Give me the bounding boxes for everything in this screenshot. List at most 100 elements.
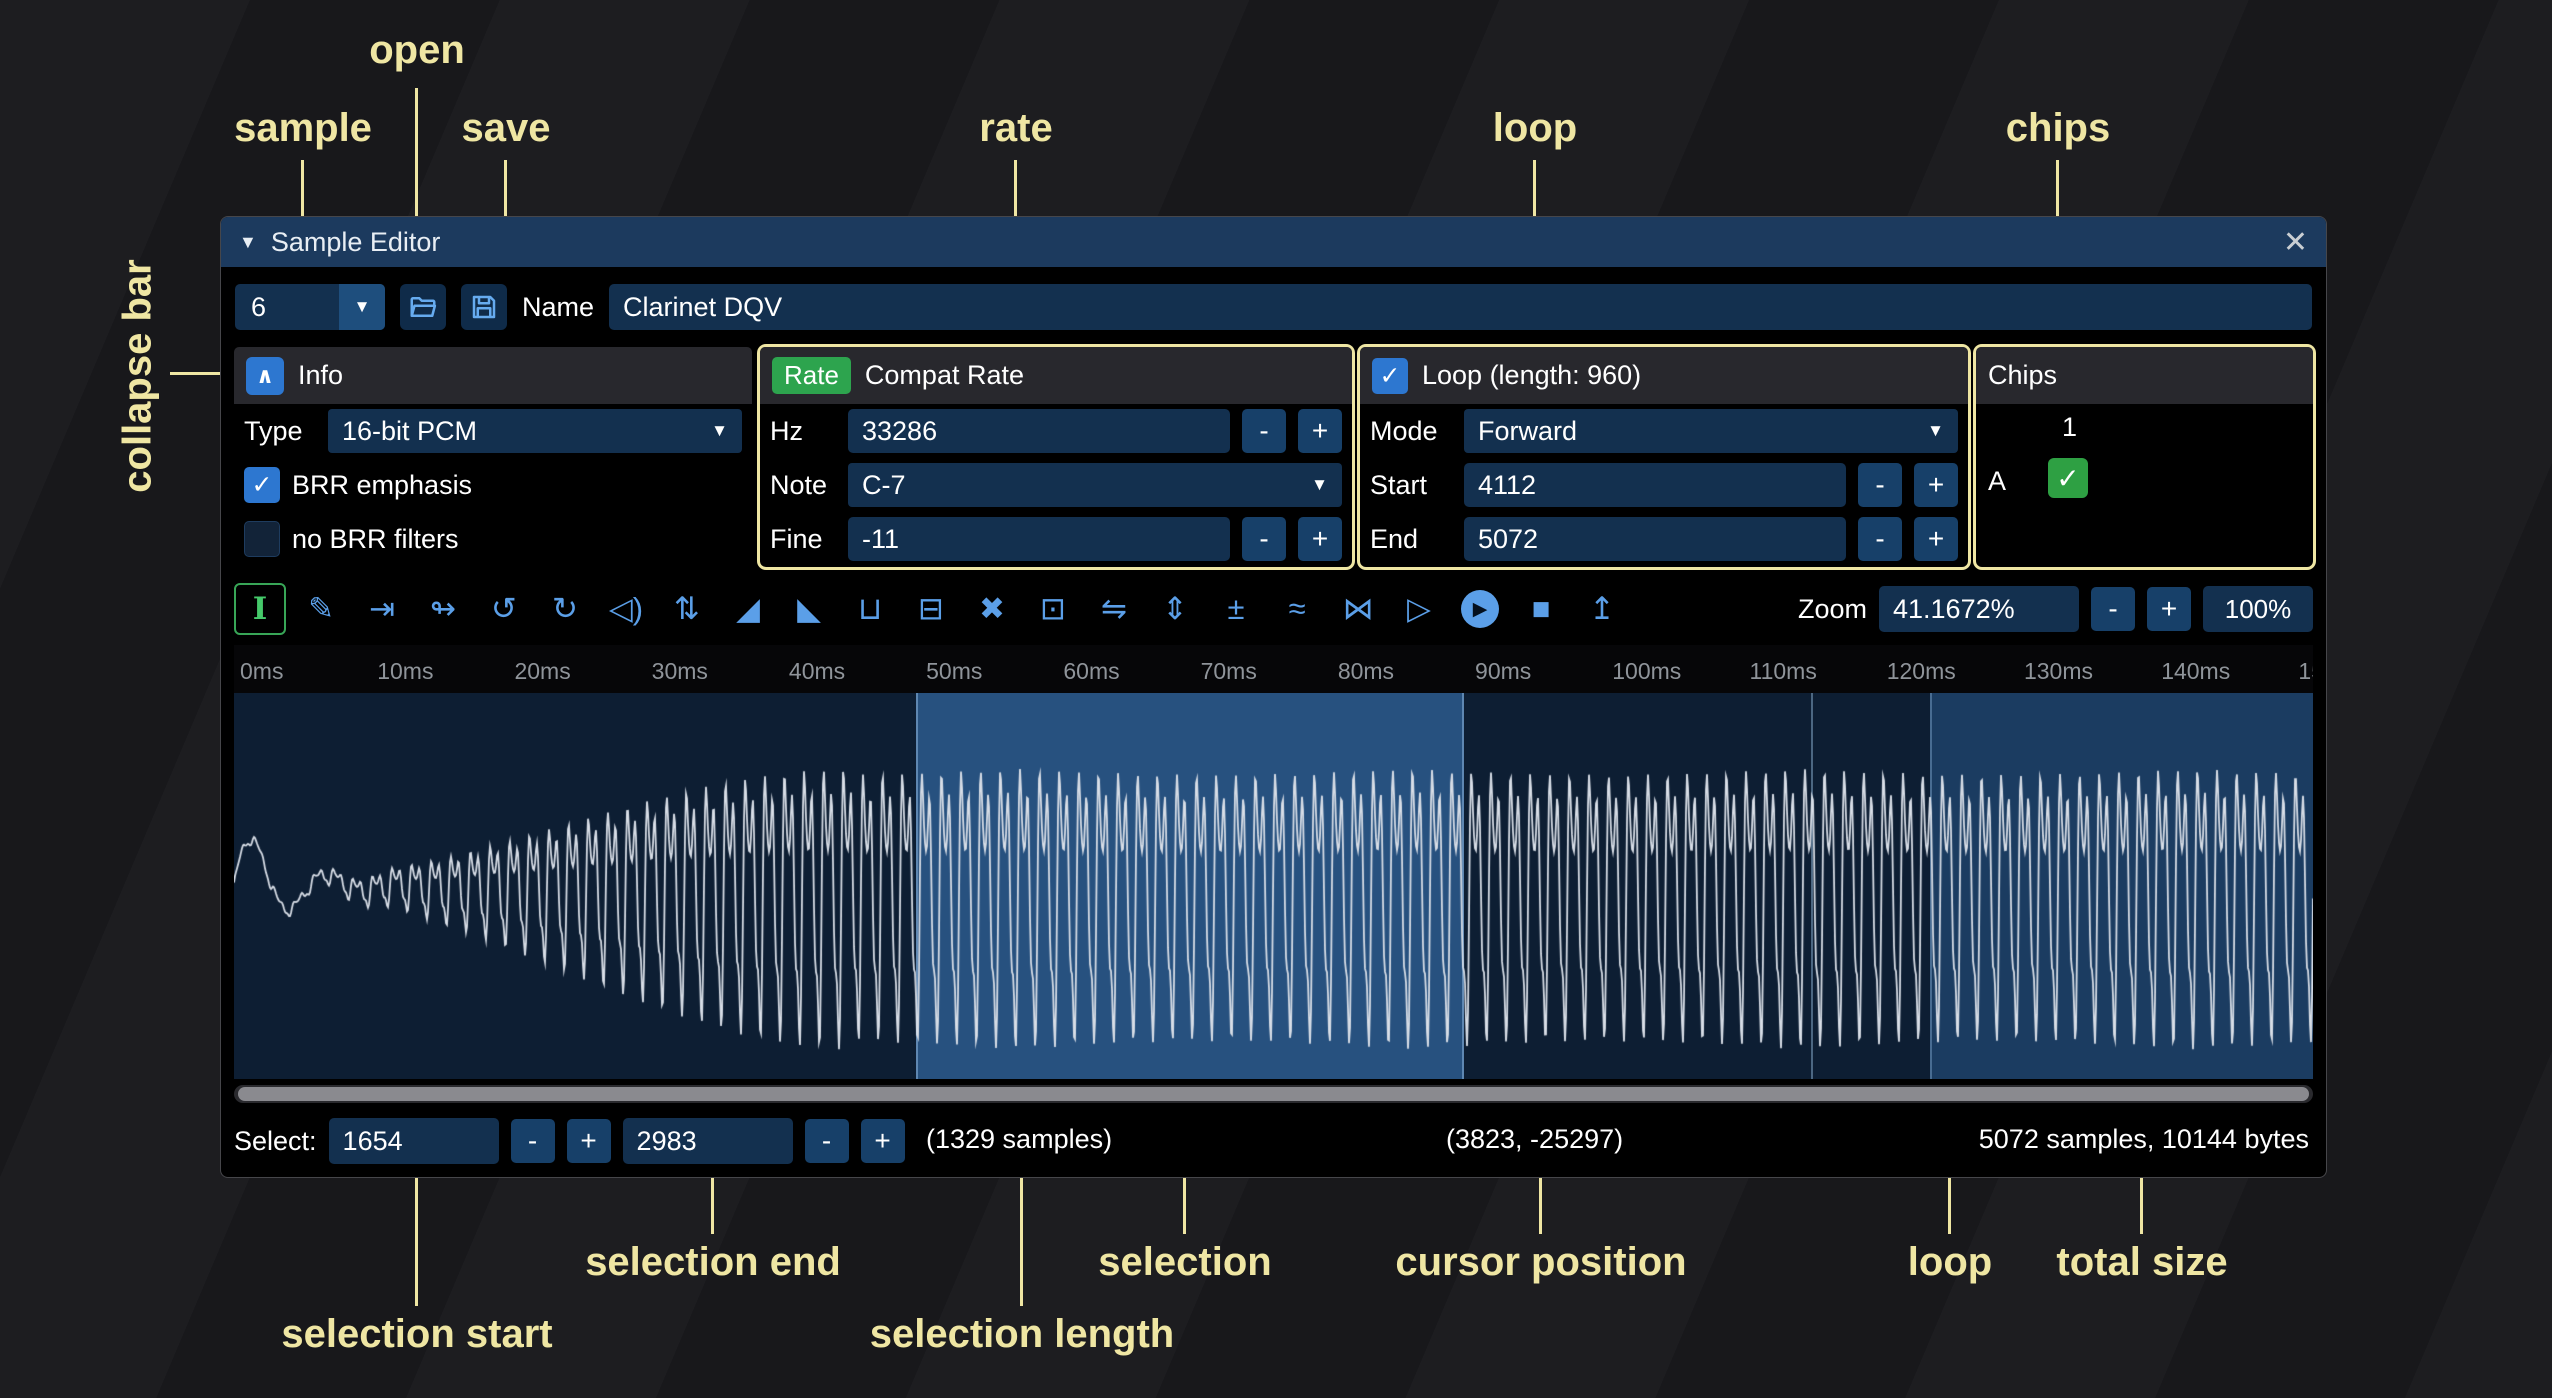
sample-number-dropdown[interactable]: 6 ▼ [235, 284, 385, 330]
hz-plus-button[interactable]: + [1298, 409, 1342, 453]
selection-start-plus-button[interactable]: + [567, 1119, 611, 1163]
resize-button[interactable]: ⇥ [356, 583, 408, 635]
filter-button[interactable]: ≈ [1271, 583, 1323, 635]
insert-silence-button[interactable]: ⊔ [844, 583, 896, 635]
loop-end-plus-button[interactable]: + [1914, 517, 1958, 561]
loop-enable-checkbox[interactable]: ✓ [1372, 358, 1408, 394]
ruler-label: 60ms [1063, 658, 1119, 685]
loop-start-label: Start [1370, 470, 1452, 501]
insert-silence-icon: ⊔ [858, 591, 882, 627]
loop-end-minus-button[interactable]: - [1858, 517, 1902, 561]
fade-in-icon: ◢ [736, 591, 760, 627]
amplify-button[interactable]: ◁) [600, 583, 652, 635]
undo-button[interactable]: ↺ [478, 583, 530, 635]
collapse-bar-button[interactable]: ∧ [246, 357, 284, 395]
panels-row: ∧ Info Type 16-bit PCM ▼ ✓ BRR emphasis … [234, 347, 2313, 567]
zoom-in-button[interactable]: + [2147, 587, 2191, 631]
chip-a-checkbox[interactable]: ✓ [2048, 458, 2088, 498]
annotation-line-total-size [2140, 1178, 2143, 1234]
selection-end-plus-button[interactable]: + [861, 1119, 905, 1163]
edit-select-mode-button[interactable]: I [234, 583, 286, 635]
sample-editor-window: ▼ Sample Editor ✕ 6 ▼ Name ∧ Info Type [220, 216, 2327, 1178]
selection-end-minus-button[interactable]: - [805, 1119, 849, 1163]
window-collapse-icon[interactable]: ▼ [239, 232, 257, 253]
trim-button[interactable]: ⊡ [1027, 583, 1079, 635]
note-value: C-7 [862, 470, 906, 501]
titlebar[interactable]: ▼ Sample Editor ✕ [221, 217, 2326, 267]
preview-sample-button[interactable]: ▷ [1393, 583, 1445, 635]
loop-end-label: End [1370, 524, 1452, 555]
close-icon[interactable]: ✕ [2283, 225, 2308, 260]
sample-type-value: 16-bit PCM [342, 416, 477, 447]
loop-start-input[interactable] [1464, 463, 1846, 507]
scrollbar-thumb[interactable] [238, 1087, 2309, 1101]
zoom-reset-button[interactable]: 100% [2203, 586, 2313, 632]
redo-button[interactable]: ↻ [539, 583, 591, 635]
redo-icon: ↻ [552, 591, 578, 627]
total-size-text: 5072 samples, 10144 bytes [1979, 1124, 2309, 1155]
ruler-label: 120ms [1887, 658, 1956, 685]
waveform-area[interactable] [234, 693, 2313, 1079]
selection-start-minus-button[interactable]: - [511, 1119, 555, 1163]
stop-icon: ■ [1532, 591, 1551, 627]
hz-input[interactable] [848, 409, 1230, 453]
annotation-selection-length: selection length [870, 1312, 1175, 1357]
sample-type-dropdown[interactable]: 16-bit PCM ▼ [328, 409, 742, 453]
window-title: Sample Editor [271, 227, 441, 258]
chips-panel: Chips 1 A ✓ [1976, 347, 2313, 567]
fine-input[interactable] [848, 517, 1230, 561]
invert-button[interactable]: ⇕ [1149, 583, 1201, 635]
info-panel-header: ∧ Info [234, 347, 752, 404]
delete-button[interactable]: ✖ [966, 583, 1018, 635]
crossfade-loop-points-button[interactable]: ⋈ [1332, 583, 1384, 635]
horizontal-scrollbar[interactable] [234, 1085, 2313, 1103]
draw-mode-button[interactable]: ✎ [295, 583, 347, 635]
open-button[interactable] [400, 284, 446, 330]
rate-tab[interactable]: Rate [772, 357, 851, 394]
ruler-label: 130ms [2024, 658, 2093, 685]
fine-minus-button[interactable]: - [1242, 517, 1286, 561]
loop-start-plus-button[interactable]: + [1914, 463, 1958, 507]
resize-icon: ⇥ [369, 591, 395, 627]
zoom-out-button[interactable]: - [2091, 587, 2135, 631]
timeline-ruler: 0ms10ms20ms30ms40ms50ms60ms70ms80ms90ms1… [234, 645, 2313, 693]
no-brr-filters-label: no BRR filters [292, 524, 459, 555]
loop-start-minus-button[interactable]: - [1858, 463, 1902, 507]
selection-length-text: (1329 samples) [926, 1124, 1112, 1155]
brr-emphasis-checkbox[interactable]: ✓ [244, 467, 280, 503]
filter-icon: ≈ [1288, 591, 1305, 627]
hz-minus-button[interactable]: - [1242, 409, 1286, 453]
save-button[interactable] [461, 284, 507, 330]
resample-button[interactable]: ↬ [417, 583, 469, 635]
chips-panel-header: Chips [1976, 347, 2313, 404]
sample-name-input[interactable] [609, 284, 2312, 330]
no-brr-filters-checkbox[interactable] [244, 521, 280, 557]
waveform-canvas[interactable] [234, 693, 2313, 1079]
fade-out-button[interactable]: ◣ [783, 583, 835, 635]
annotation-chips: chips [2006, 106, 2110, 151]
compat-rate-tab[interactable]: Compat Rate [865, 360, 1024, 391]
ruler-label: 30ms [652, 658, 708, 685]
chevron-down-icon[interactable]: ▼ [339, 284, 385, 330]
loop-header-label: Loop (length: 960) [1422, 360, 1641, 391]
normalize-button[interactable]: ⇅ [661, 583, 713, 635]
selection-end-input[interactable] [623, 1118, 793, 1164]
ruler-label: 50ms [926, 658, 982, 685]
zoom-input[interactable] [1879, 586, 2079, 632]
selection-start-input[interactable] [329, 1118, 499, 1164]
chevron-down-icon: ▼ [701, 421, 728, 441]
ruler-label: 140ms [2161, 658, 2230, 685]
signed-unsigned-button[interactable]: ± [1210, 583, 1262, 635]
cursor-position-text: (3823, -25297) [1446, 1124, 1623, 1155]
fade-in-button[interactable]: ◢ [722, 583, 774, 635]
play-button[interactable]: ▶ [1454, 583, 1506, 635]
stop-button[interactable]: ■ [1515, 583, 1567, 635]
note-dropdown[interactable]: C-7 ▼ [848, 463, 1342, 507]
ruler-label: 0ms [240, 658, 283, 685]
import-button[interactable]: ↥ [1576, 583, 1628, 635]
apply-silence-button[interactable]: ⊟ [905, 583, 957, 635]
loop-end-input[interactable] [1464, 517, 1846, 561]
fine-plus-button[interactable]: + [1298, 517, 1342, 561]
loop-mode-dropdown[interactable]: Forward ▼ [1464, 409, 1958, 453]
reverse-button[interactable]: ⇋ [1088, 583, 1140, 635]
